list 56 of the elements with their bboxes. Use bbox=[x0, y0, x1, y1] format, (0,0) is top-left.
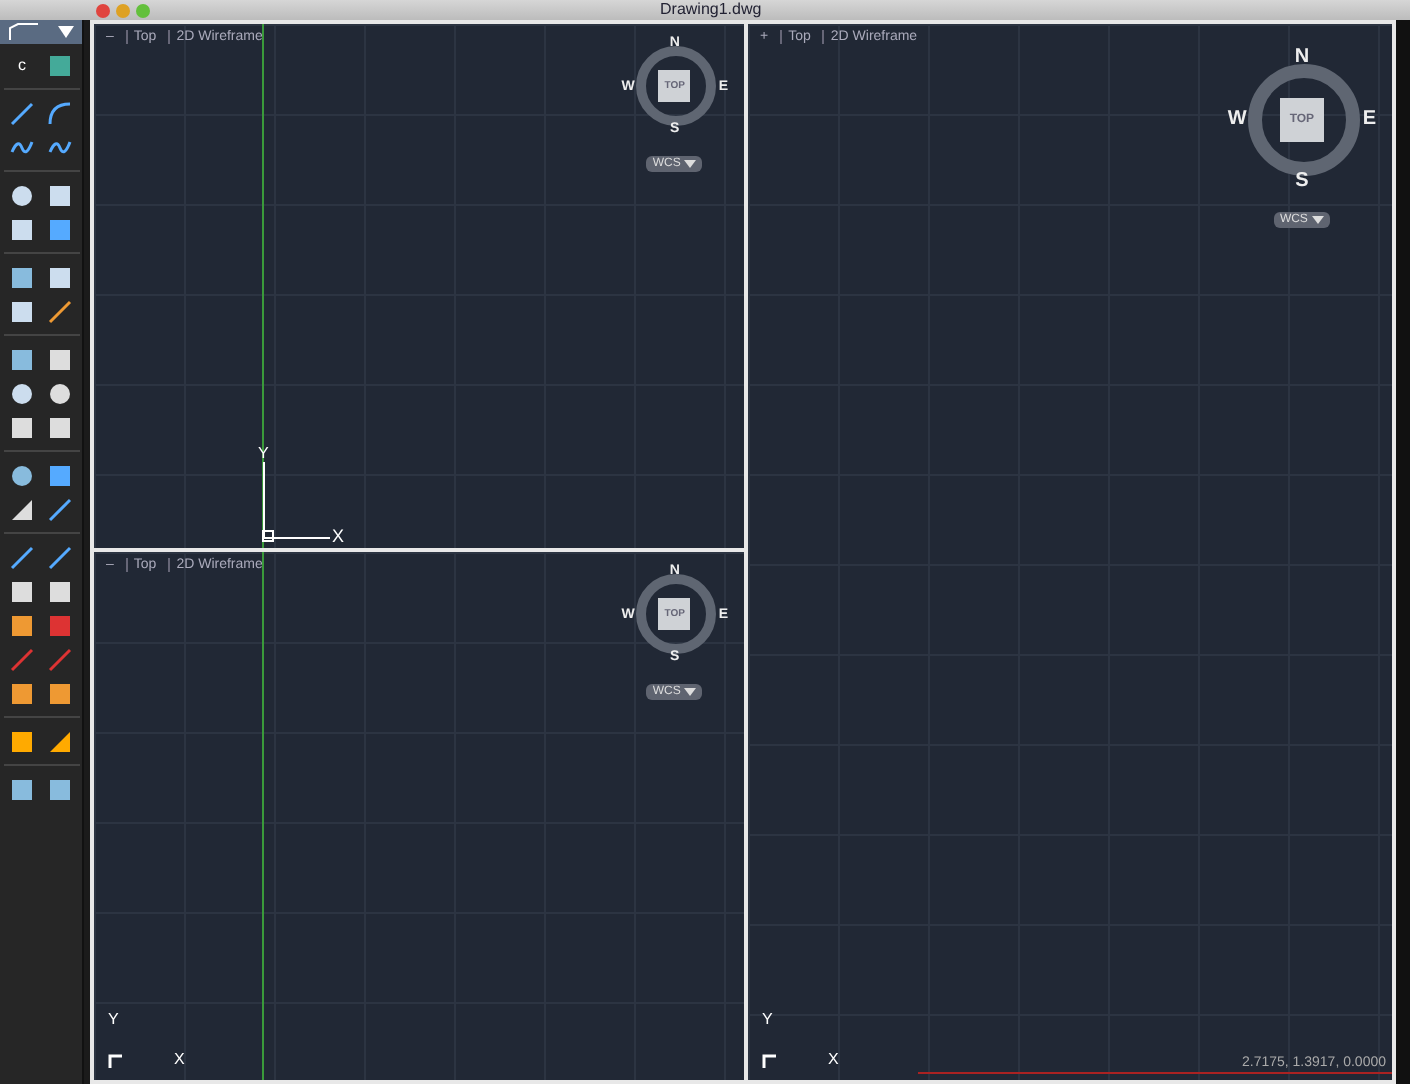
square-tool-icon[interactable] bbox=[10, 217, 34, 241]
arc-tool-icon[interactable] bbox=[48, 101, 72, 125]
line-tool-icon[interactable] bbox=[10, 647, 34, 671]
window-title: Drawing1.dwg bbox=[660, 0, 762, 20]
square-tool-icon[interactable] bbox=[48, 183, 72, 207]
y-axis-label: Y bbox=[762, 1010, 775, 1028]
compass-west[interactable]: W bbox=[1227, 110, 1247, 130]
compass-south[interactable]: S bbox=[1295, 172, 1309, 192]
square-tool-icon[interactable] bbox=[48, 53, 72, 77]
line-tool-icon[interactable] bbox=[48, 545, 72, 569]
square-tool-icon[interactable] bbox=[10, 415, 34, 439]
ucs-origin-icon bbox=[762, 1054, 776, 1068]
round-tool-icon[interactable] bbox=[48, 381, 72, 405]
square-tool-icon[interactable] bbox=[48, 463, 72, 487]
square-tool-icon[interactable] bbox=[10, 579, 34, 603]
y-axis-label: Y bbox=[108, 1010, 121, 1028]
x-axis-label: X bbox=[174, 1052, 185, 1068]
caret-icon bbox=[57, 26, 74, 38]
square-tool-icon[interactable] bbox=[48, 217, 72, 241]
wedge-tool-icon[interactable] bbox=[48, 729, 72, 753]
y-axis-label: Y bbox=[258, 446, 271, 462]
ucs-axis-icon bbox=[262, 462, 330, 542]
line-tool-icon[interactable] bbox=[48, 647, 72, 671]
square-tool-icon[interactable] bbox=[10, 299, 34, 323]
square-tool-icon[interactable] bbox=[48, 579, 72, 603]
x-axis-label: X bbox=[332, 528, 345, 546]
round-tool-icon[interactable] bbox=[10, 463, 34, 487]
round-tool-icon[interactable] bbox=[10, 183, 34, 207]
square-tool-icon[interactable] bbox=[48, 265, 72, 289]
compass-north[interactable]: N bbox=[1294, 48, 1310, 68]
line-tool-icon[interactable] bbox=[10, 545, 34, 569]
wedge-tool-icon[interactable] bbox=[10, 497, 34, 521]
x-axis-label: X bbox=[828, 1052, 839, 1068]
square-tool-icon[interactable] bbox=[10, 729, 34, 753]
ucs-origin-icon bbox=[108, 1054, 122, 1068]
square-tool-icon[interactable] bbox=[48, 347, 72, 371]
caret-icon bbox=[1311, 216, 1324, 224]
line-tool-icon[interactable] bbox=[48, 299, 72, 323]
square-tool-icon[interactable] bbox=[10, 265, 34, 289]
round-tool-icon[interactable] bbox=[10, 381, 34, 405]
caret-icon bbox=[684, 160, 697, 168]
square-tool-icon[interactable] bbox=[48, 777, 72, 801]
square-tool-icon[interactable] bbox=[10, 777, 34, 801]
square-tool-icon[interactable] bbox=[48, 415, 72, 439]
caret-icon bbox=[684, 688, 697, 696]
line-tool-icon[interactable] bbox=[10, 101, 34, 125]
square-tool-icon[interactable] bbox=[10, 347, 34, 371]
square-tool-icon[interactable] bbox=[10, 613, 34, 637]
palette-header[interactable] bbox=[0, 20, 82, 44]
tool-label[interactable]: c bbox=[10, 56, 34, 74]
line-tool-icon[interactable] bbox=[48, 497, 72, 521]
compass-east[interactable]: E bbox=[1362, 110, 1376, 130]
square-tool-icon[interactable] bbox=[48, 681, 72, 705]
square-tool-icon[interactable] bbox=[10, 681, 34, 705]
close-button[interactable] bbox=[96, 3, 110, 17]
polyline-icon bbox=[8, 22, 41, 42]
